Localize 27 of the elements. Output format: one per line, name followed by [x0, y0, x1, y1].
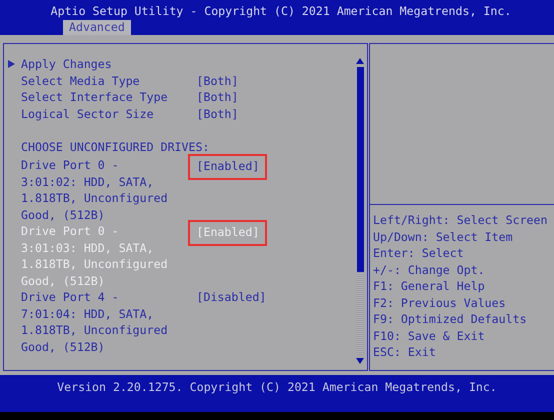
menu-tab[interactable]: Advanced [63, 20, 131, 35]
setting-label[interactable]: Drive Port 0 - 3:01:02: HDD, SATA, 1.818TB, Unconfigured Good, (512B) [21, 157, 168, 223]
setting-label[interactable]: Logical Sector Size [21, 106, 168, 122]
setting-label[interactable]: Select Interface Type [21, 89, 168, 106]
help-text: F9: Optimized Defaults [373, 311, 528, 328]
help-text: F2: Previous Values [373, 294, 507, 311]
version-text: Version 2.20.1275. Copyright (C) 2021 American Megatrends, Inc. [57, 379, 497, 396]
setting-label[interactable]: Drive Port 4 - 7:01:04: HDD, SATA, 1.818TB, Unconfigured Good, (512B) [21, 289, 168, 355]
help-text: Left/Right: Select Screen [373, 212, 549, 228]
setting-value[interactable]: [Disabled] [195, 289, 268, 306]
setting-value[interactable]: [Enabled] [188, 154, 268, 180]
setting-label[interactable]: Select Media Type [21, 72, 168, 89]
help-text: F1: General Help [373, 278, 486, 294]
help-text: ESC: Exit [373, 344, 437, 360]
submenu-arrow-icon [8, 60, 15, 68]
section-heading: CHOOSE UNCONFIGURED DRIVES: [21, 138, 210, 155]
help-text: F10: Save & Exit [373, 328, 486, 344]
setting-value[interactable]: [Both] [195, 106, 240, 122]
scrollbar-thumb[interactable] [356, 67, 364, 272]
help-text: Enter: Select [373, 245, 465, 262]
help-text: +/-: Change Opt. [373, 262, 486, 278]
window-title: Aptio Setup Utility - Copyright (C) 2021 American Megatrends, Inc. [50, 3, 512, 20]
setting-value[interactable]: [Both] [195, 72, 240, 89]
setting-value[interactable]: [Both] [195, 89, 240, 106]
scroll-down-arrow-icon[interactable] [356, 358, 364, 364]
submenu-item[interactable]: Apply Changes [21, 56, 112, 72]
help-text: Up/Down: Select Item [373, 228, 514, 245]
